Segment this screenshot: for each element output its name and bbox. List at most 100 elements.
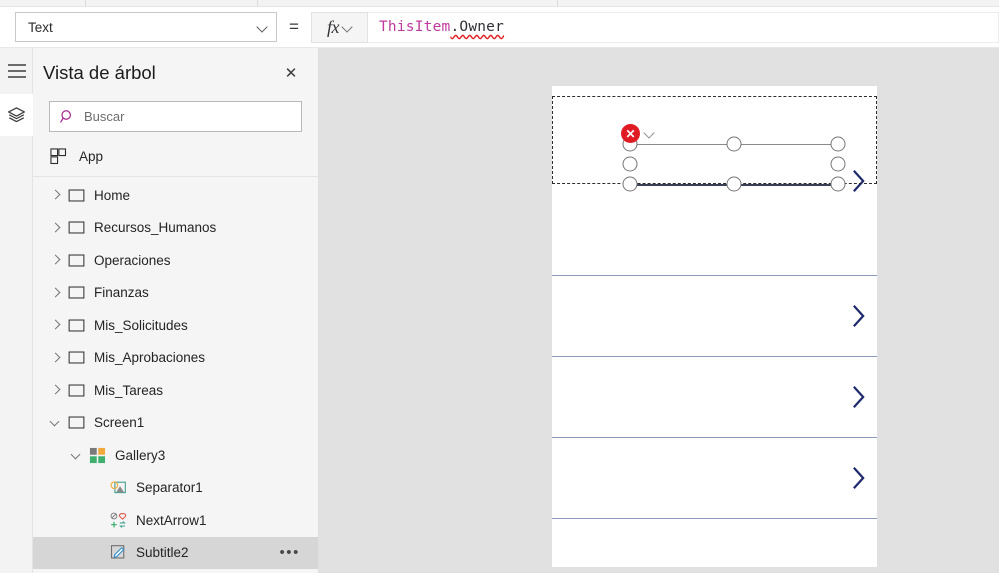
screen-icon [68, 351, 84, 364]
tree-item-label: Mis_Solicitudes [94, 317, 188, 333]
chevron-down-icon[interactable] [72, 451, 81, 460]
tree-expander[interactable] [44, 374, 66, 406]
app-grid-icon [50, 148, 67, 165]
layers-icon[interactable] [0, 94, 33, 136]
screen-icon [66, 218, 86, 238]
toolbar-strip [0, 0, 999, 7]
tree-expander[interactable] [44, 277, 66, 309]
screen-icon [68, 416, 84, 429]
search-placeholder: Buscar [84, 109, 125, 124]
tree-expander[interactable] [65, 439, 87, 471]
gallery-row[interactable] [552, 357, 877, 438]
tree-item-nextarrow1[interactable]: NextArrow1 [33, 504, 318, 537]
tree-item-label: Subtitle2 [136, 545, 189, 561]
screen-icon [66, 315, 86, 335]
resize-handle-sw[interactable] [622, 176, 638, 192]
tree-item-mis_aprobaciones[interactable]: Mis_Aprobaciones [33, 342, 318, 375]
tree-item-label: Operaciones [94, 252, 171, 268]
tree-item-gallery3[interactable]: Gallery3 [33, 439, 318, 472]
hamburger-bar [7, 70, 26, 72]
tree-expander[interactable] [44, 309, 66, 341]
tree-item-mis_solicitudes[interactable]: Mis_Solicitudes [33, 309, 318, 342]
next-arrow-icon[interactable] [851, 168, 866, 194]
toolbar-divider [85, 0, 86, 7]
tree-item-finanzas[interactable]: Finanzas [33, 277, 318, 310]
formula-token-member: .Owner [450, 19, 505, 35]
next-arrow-icon[interactable] [851, 465, 866, 491]
fx-button[interactable]: fx [311, 11, 368, 43]
formula-input[interactable]: ThisItem .Owner [368, 11, 999, 43]
app-screen-preview[interactable]: ✕ [552, 86, 877, 567]
gallery-row[interactable] [552, 86, 877, 276]
hamburger-bar [7, 76, 26, 78]
hamburger-bar [7, 64, 26, 66]
next-arrow-icon[interactable] [851, 303, 866, 329]
chevron-right-icon[interactable] [51, 288, 60, 297]
chevron-right-icon[interactable] [51, 256, 60, 265]
resize-handle-s[interactable] [726, 176, 742, 192]
tree-item-operaciones[interactable]: Operaciones [33, 244, 318, 277]
chevron-right-icon[interactable] [51, 386, 60, 395]
search-icon [60, 110, 72, 123]
close-icon[interactable]: ✕ [278, 60, 304, 86]
gallery-row[interactable] [552, 519, 877, 567]
tree-expander[interactable] [44, 212, 66, 244]
tree-item-label: Gallery3 [115, 447, 166, 463]
screen-icon [66, 413, 86, 433]
tree-expander [86, 537, 108, 569]
chevron-down-icon [257, 22, 267, 32]
left-icon-rail [0, 48, 33, 573]
resize-handle-n[interactable] [726, 136, 742, 152]
tree-item-mis_tareas[interactable]: Mis_Tareas [33, 374, 318, 407]
resize-handle-ne[interactable] [830, 136, 846, 152]
tree-item-screen1[interactable]: Screen1 [33, 407, 318, 440]
chevron-down-icon[interactable] [644, 128, 655, 139]
screen-icon [68, 189, 84, 202]
chevron-down-icon[interactable] [51, 418, 60, 427]
fx-label: fx [327, 16, 340, 37]
chevron-right-icon[interactable] [51, 223, 60, 232]
tree-expander [86, 472, 108, 504]
chevron-right-icon[interactable] [51, 321, 60, 330]
tree-item-subtitle2[interactable]: Subtitle2 ••• [33, 536, 318, 569]
next-arrow-icon[interactable] [851, 384, 866, 410]
resize-handle-se[interactable] [830, 176, 846, 192]
error-x-icon[interactable]: ✕ [621, 124, 640, 143]
tree-expander[interactable] [44, 244, 66, 276]
icon-set-icon [110, 512, 126, 528]
canvas-area[interactable]: ✕ [319, 48, 999, 573]
property-select[interactable]: Text [15, 12, 277, 42]
tree-item-app[interactable]: App [33, 137, 318, 177]
tree-item-separator1[interactable]: Separator1 [33, 472, 318, 505]
tree-expander[interactable] [44, 407, 66, 439]
tree-item-label: Recursos_Humanos [94, 220, 217, 236]
screen-icon [68, 254, 84, 267]
gallery-icon [87, 445, 107, 465]
gallery-row[interactable] [552, 276, 877, 357]
layers-glyph [7, 106, 26, 122]
tree-item-recursos_humanos[interactable]: Recursos_Humanos [33, 212, 318, 245]
tree-expander [86, 504, 108, 536]
tree-item-label: Mis_Aprobaciones [94, 350, 206, 366]
tree-item-label: Home [94, 187, 131, 203]
search-input[interactable]: Buscar [49, 101, 302, 132]
tree-item-label: Mis_Tareas [94, 382, 164, 398]
search-container: Buscar [33, 97, 318, 132]
tree-item-home[interactable]: Home [33, 179, 318, 212]
hamburger-icon[interactable] [0, 54, 33, 88]
tree-item-overflow-menu[interactable]: ••• [279, 544, 300, 561]
gallery-row[interactable] [552, 438, 877, 519]
screen-icon [68, 319, 84, 332]
chevron-down-icon [342, 22, 352, 32]
resize-handle-w[interactable] [622, 156, 638, 172]
tree-item-label: Finanzas [94, 285, 149, 301]
tree-expander[interactable] [44, 179, 66, 211]
screen-icon [68, 221, 84, 234]
treeview-panel: Vista de árbol ✕ Buscar App Home Recursos… [33, 48, 319, 573]
chevron-right-icon[interactable] [51, 353, 60, 362]
property-select-value: Text [28, 19, 53, 35]
tree-expander[interactable] [44, 342, 66, 374]
resize-handle-e[interactable] [830, 156, 846, 172]
formula-bar: Text = fx ThisItem .Owner [0, 7, 999, 48]
chevron-right-icon[interactable] [51, 191, 60, 200]
